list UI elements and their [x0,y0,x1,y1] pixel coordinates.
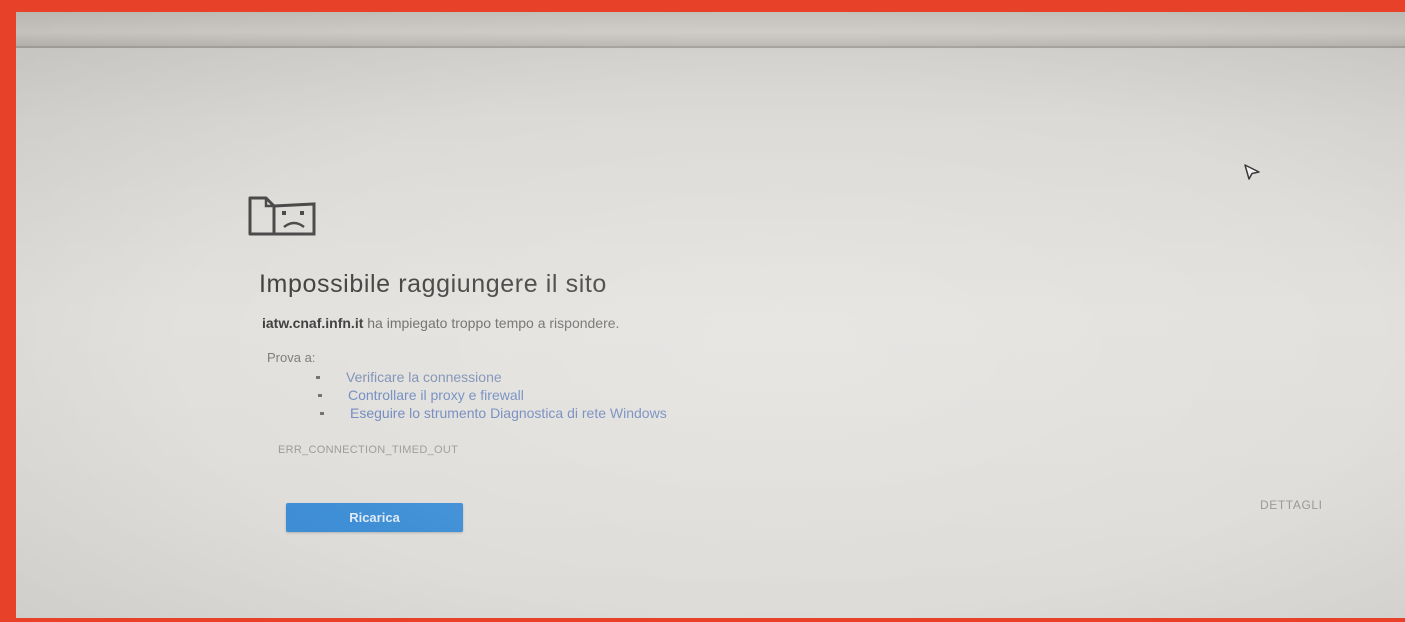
details-button[interactable]: DETTAGLI [1260,498,1323,512]
suggestion-check-connection: Verificare la connessione [308,368,663,386]
suggestion-run-diagnostics[interactable]: Eseguire lo strumento Diagnostica di ret… [312,404,667,422]
suggestion-check-proxy-firewall[interactable]: Controllare il proxy e firewall [310,386,665,404]
error-message: iatw.cnaf.infn.it ha impiegato troppo te… [262,315,619,331]
error-host: iatw.cnaf.infn.it [262,315,364,331]
mouse-pointer-icon [1244,164,1260,180]
error-title: Impossibile raggiungere il sito [259,270,607,298]
screen-glare [16,12,1405,618]
browser-toolbar [16,12,1405,48]
suggestions-list: Verificare la connessione Controllare il… [308,368,667,422]
try-label: Prova a: [267,350,316,365]
browser-window: Impossibile raggiungere il sito iatw.cna… [16,12,1405,618]
sad-page-icon [248,196,316,236]
error-code: ERR_CONNECTION_TIMED_OUT [278,444,459,456]
photo-frame: Impossibile raggiungere il sito iatw.cna… [0,0,1405,622]
error-message-text: ha impiegato troppo tempo a rispondere. [363,315,620,331]
reload-button[interactable]: Ricarica [286,503,463,532]
